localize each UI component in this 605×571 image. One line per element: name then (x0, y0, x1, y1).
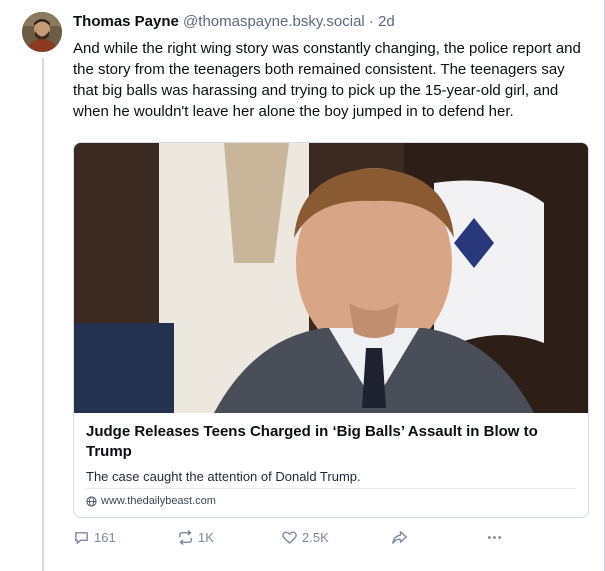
share-button[interactable] (391, 529, 408, 546)
like-button[interactable]: 2.5K (281, 529, 329, 546)
post-text: And while the right wing story was const… (73, 40, 581, 120)
thread-line (42, 58, 44, 571)
feed-post[interactable]: Thomas Payne @thomaspayne.bsky.social · … (0, 0, 605, 571)
reply-count: 161 (94, 530, 116, 545)
link-card-description: The case caught the attention of Donald … (86, 469, 361, 484)
post-actions: 161 1K 2.5K (73, 529, 589, 551)
like-icon (282, 531, 297, 544)
link-card-text: Judge Releases Teens Charged in ‘Big Bal… (86, 422, 576, 485)
repost-count: 1K (198, 530, 214, 545)
separator-dot: · (368, 13, 374, 30)
link-card-divider (86, 488, 576, 489)
avatar[interactable] (22, 12, 62, 52)
globe-icon (86, 495, 97, 507)
post-content: Thomas Payne @thomaspayne.bsky.social · … (73, 12, 589, 545)
link-card-title[interactable]: Judge Releases Teens Charged in ‘Big Bal… (86, 422, 576, 462)
reply-button[interactable]: 161 (73, 529, 116, 546)
more-options-button[interactable] (486, 529, 503, 546)
post-time[interactable]: 2d (378, 13, 395, 30)
link-card[interactable]: Judge Releases Teens Charged in ‘Big Bal… (73, 142, 589, 518)
link-card-domain[interactable]: www.thedailybeast.com (86, 494, 216, 508)
repost-icon (179, 530, 192, 545)
link-card-domain-text: www.thedailybeast.com (101, 495, 216, 507)
like-count: 2.5K (302, 530, 329, 545)
reply-icon (75, 532, 88, 544)
link-card-thumbnail (74, 143, 588, 413)
share-icon (392, 531, 407, 544)
repost-button[interactable]: 1K (177, 529, 214, 546)
more-icon (487, 536, 502, 539)
post-header: Thomas Payne @thomaspayne.bsky.social · … (73, 12, 589, 32)
author-handle[interactable]: @thomaspayne.bsky.social (183, 13, 365, 30)
author-name[interactable]: Thomas Payne (73, 13, 179, 30)
